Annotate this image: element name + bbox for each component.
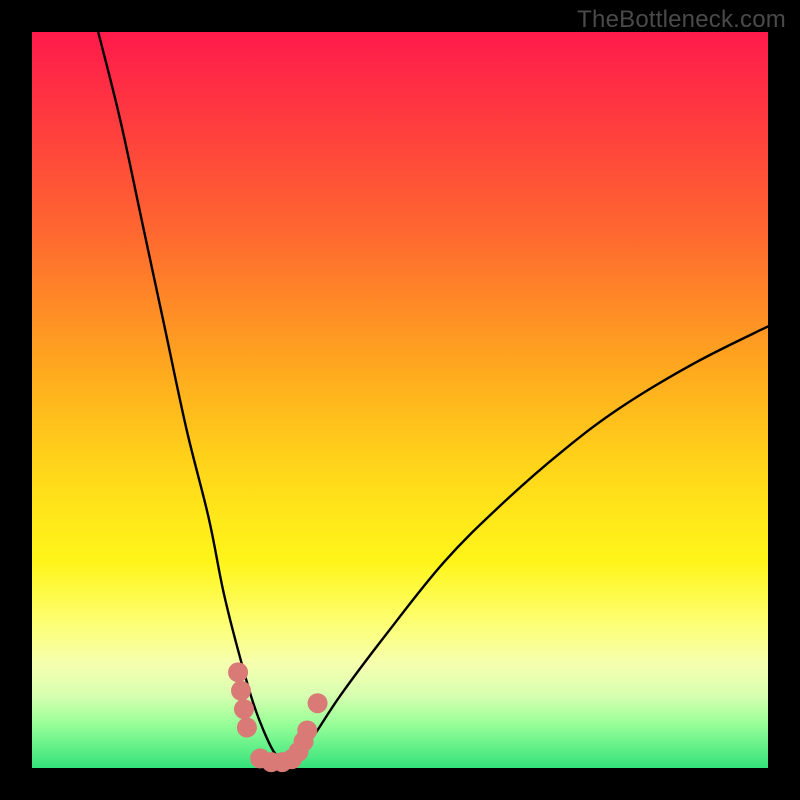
chart-svg bbox=[32, 32, 768, 768]
outer-frame: TheBottleneck.com bbox=[0, 0, 800, 800]
curve-marker bbox=[308, 693, 328, 713]
curve-marker bbox=[297, 720, 317, 740]
curve-marker bbox=[234, 699, 254, 719]
bottleneck-curve bbox=[98, 32, 768, 761]
watermark-text: TheBottleneck.com bbox=[577, 6, 786, 34]
curve-markers bbox=[228, 662, 327, 772]
curve-marker bbox=[237, 718, 257, 738]
curve-marker bbox=[231, 681, 251, 701]
curve-marker bbox=[228, 662, 248, 682]
plot-area bbox=[32, 32, 768, 768]
